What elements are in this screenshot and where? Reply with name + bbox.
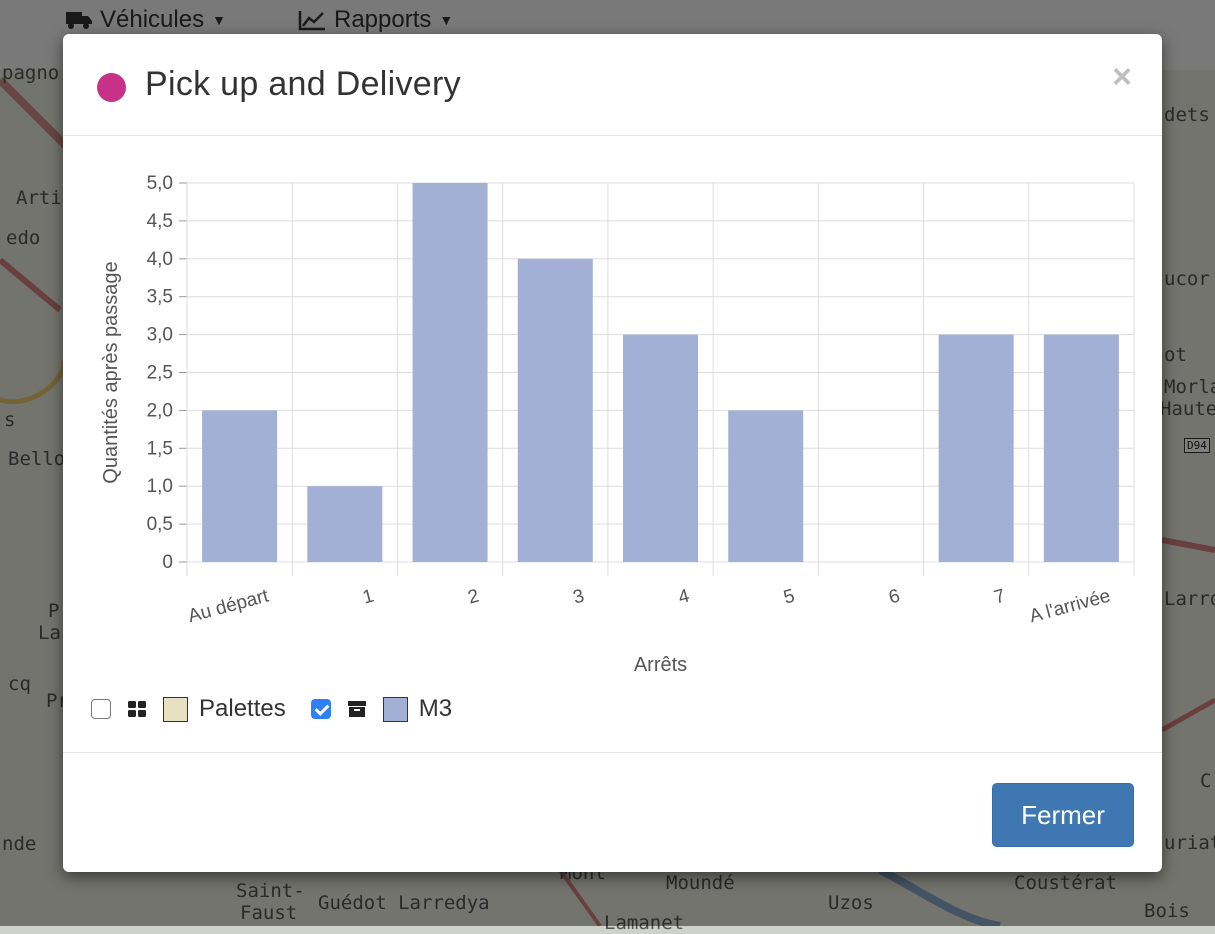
- bar: [412, 183, 488, 562]
- y-tick-label: 1,5: [147, 438, 173, 459]
- y-tick-label: 0: [162, 552, 173, 573]
- y-tick-label: 1,0: [147, 476, 173, 497]
- x-tick-label: 6: [887, 586, 903, 609]
- palettes-checkbox[interactable]: [91, 699, 111, 719]
- y-tick-label: 0,5: [147, 514, 173, 535]
- palettes-swatch: [163, 696, 188, 722]
- bar: [728, 410, 804, 562]
- x-tick-label: 1: [360, 586, 376, 609]
- x-tick-label: A l'arrivée: [1027, 586, 1112, 628]
- archive-icon: [347, 701, 366, 717]
- bar: [938, 334, 1014, 562]
- th-large-icon: [128, 701, 146, 717]
- close-modal-button[interactable]: Fermer: [992, 783, 1134, 847]
- modal-footer: Fermer: [63, 752, 1162, 873]
- x-tick-label: 7: [992, 586, 1008, 609]
- y-tick-label: 3,0: [147, 325, 173, 346]
- y-tick-label: 4,5: [147, 211, 173, 232]
- x-tick-label: 5: [781, 586, 797, 609]
- bar: [623, 334, 698, 562]
- y-tick-label: 4,0: [147, 249, 173, 270]
- y-tick-label: 3,5: [147, 287, 173, 308]
- y-tick-label: 2,5: [147, 363, 173, 384]
- quantity-chart: 0 0,5 1,0 1,5 2,0 2,5 3,0 3,5 4,0 4,5 5,0 Au départ…: [100, 173, 1135, 676]
- x-tick-label: 4: [676, 585, 692, 608]
- bar: [1043, 334, 1119, 562]
- m3-label: M3: [418, 695, 453, 722]
- x-axis-title: Arrêts: [634, 654, 687, 676]
- y-tick-label: 5,0: [147, 173, 173, 194]
- bar: [517, 258, 593, 562]
- y-tick-label: 2,0: [147, 400, 173, 421]
- x-tick-label: 3: [571, 586, 587, 609]
- chart-legend: Palettes M3: [91, 694, 452, 724]
- palettes-label: Palettes: [199, 695, 286, 722]
- bar: [202, 410, 278, 562]
- m3-swatch: [382, 696, 408, 722]
- bar: [307, 486, 383, 562]
- chart-modal: Pick up and Delivery × 0 0,5 1,0 1,5 2,0 2,5 3…: [63, 34, 1162, 872]
- x-tick-label: 2: [466, 586, 482, 609]
- y-axis-title: Quantités après passage: [100, 261, 122, 483]
- x-tick-label: Au départ: [186, 585, 272, 627]
- m3-checkbox[interactable]: [310, 699, 331, 719]
